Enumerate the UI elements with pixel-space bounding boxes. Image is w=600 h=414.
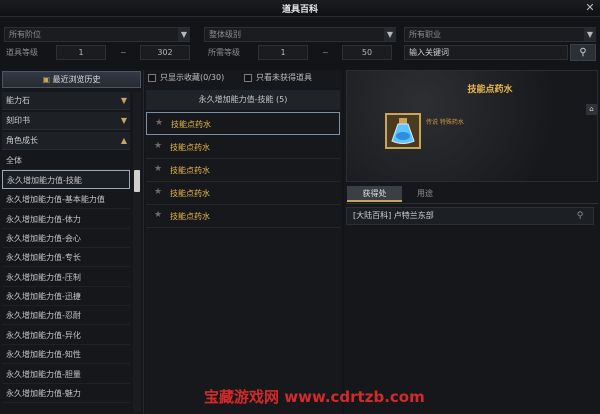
required-level-label: 所需等级	[208, 48, 240, 57]
category-character-growth[interactable]: 角色成长 ▲	[2, 132, 130, 150]
chevron-down-icon[interactable]: ▼	[584, 28, 596, 41]
item-row[interactable]: ★ 技能点药水	[146, 136, 340, 159]
unacquired-checkbox[interactable]	[244, 74, 252, 82]
category-ability-stone[interactable]: 能力石 ▼	[2, 92, 130, 110]
list-item[interactable]: 永久增加能力值-会心	[2, 229, 130, 248]
list-item[interactable]: 永久增加能力值-压制	[2, 268, 130, 287]
item-row[interactable]: ★ 技能点药水	[146, 205, 340, 228]
item-name: 技能点药水	[170, 189, 210, 198]
item-row[interactable]: ★ 技能点药水	[146, 159, 340, 182]
level-select[interactable]: 整体级别	[204, 27, 396, 42]
chevron-down-icon: ▼	[120, 116, 127, 125]
list-item[interactable]: 永久增加能力值-体力	[2, 210, 130, 229]
item-name: 技能点药水	[170, 166, 210, 175]
item-row[interactable]: ★ 技能点药水	[146, 112, 340, 135]
list-item[interactable]: 永久增加能力值-异化	[2, 326, 130, 345]
unacquired-checkbox-label: 只看未获得道具	[256, 73, 312, 82]
scrollbar[interactable]	[133, 92, 141, 412]
chevron-down-icon[interactable]: ▼	[178, 28, 190, 41]
star-icon[interactable]: ★	[155, 118, 163, 128]
star-icon[interactable]: ★	[154, 187, 162, 197]
item-row[interactable]: ★ 技能点药水	[146, 182, 340, 205]
tab-usage[interactable]: 用途	[405, 186, 445, 202]
scrollbar-thumb[interactable]	[134, 170, 140, 192]
list-item[interactable]: 全体	[2, 151, 130, 170]
close-icon[interactable]: ✕	[583, 1, 597, 15]
recent-history-button[interactable]: ▣ 最近浏览历史	[2, 71, 141, 88]
search-button[interactable]: ⚲	[570, 44, 596, 61]
list-item[interactable]: 永久增加能力值-基本能力值	[2, 190, 130, 209]
star-icon[interactable]: ★	[154, 164, 162, 174]
source-row[interactable]: [大陆百科] 卢特兰东部	[346, 207, 594, 225]
list-header: 永久增加能力值-技能 (5)	[146, 90, 340, 110]
detail-subtitle: 传说 特殊药水	[426, 119, 464, 126]
level-select-value: 整体级别	[209, 30, 241, 39]
grade-select[interactable]: 所有阶位	[4, 27, 190, 42]
window-title: 道具百科	[281, 5, 318, 15]
item-name: 技能点药水	[171, 120, 211, 129]
category-label: 能力石	[6, 96, 30, 105]
favorites-checkbox-label: 只显示收藏(0/30)	[160, 73, 225, 82]
list-item[interactable]: 永久增加能力值-迅捷	[2, 287, 130, 306]
category-label: 刻印书	[6, 116, 30, 125]
list-item[interactable]: 永久增加能力值-魅力	[2, 384, 130, 403]
potion-icon	[385, 113, 421, 149]
watermark: 宝藏游戏网 www.cdrtzb.com	[204, 388, 425, 406]
item-level-max[interactable]: 302	[140, 45, 190, 60]
job-select-value: 所有职业	[409, 30, 441, 39]
star-icon[interactable]: ★	[154, 210, 162, 220]
item-level-min[interactable]: 1	[56, 45, 106, 60]
favorites-checkbox[interactable]	[148, 74, 156, 82]
search-icon: ⚲	[579, 47, 587, 58]
required-level-max[interactable]: 50	[342, 45, 392, 60]
item-level-label: 道具等级	[6, 48, 38, 57]
history-icon: ▣	[42, 75, 50, 84]
detail-item-name: 技能点药水	[467, 85, 513, 95]
recent-history-label: 最近浏览历史	[52, 75, 101, 84]
chevron-down-icon[interactable]: ▼	[384, 28, 396, 41]
list-item[interactable]: 永久增加能力值-知性	[2, 345, 130, 364]
required-level-min[interactable]: 1	[258, 45, 308, 60]
item-name: 技能点药水	[170, 212, 210, 221]
chevron-up-icon: ▲	[120, 136, 127, 145]
item-name: 技能点药水	[170, 143, 210, 152]
category-label: 角色成长	[6, 136, 38, 145]
search-icon[interactable]: ⚲	[574, 210, 586, 222]
job-select[interactable]: 所有职业	[404, 27, 596, 42]
list-item-selected[interactable]: 永久增加能力值-技能	[2, 170, 130, 189]
tab-acquisition[interactable]: 获得处	[347, 186, 402, 202]
category-engraving-book[interactable]: 刻印书 ▼	[2, 112, 130, 130]
home-icon[interactable]: ⌂	[586, 104, 597, 115]
search-input[interactable]	[404, 45, 568, 60]
grade-select-value: 所有阶位	[9, 30, 41, 39]
list-item[interactable]: 永久增加能力值-专长	[2, 248, 130, 267]
star-icon[interactable]: ★	[154, 141, 162, 151]
chevron-down-icon: ▼	[120, 96, 127, 105]
range-tilde: ~	[120, 48, 127, 57]
range-tilde: ~	[322, 48, 329, 57]
list-item[interactable]: 永久增加能力值-胆量	[2, 365, 130, 384]
tab-divider	[346, 203, 598, 204]
list-item[interactable]: 永久增加能力值-忍耐	[2, 306, 130, 325]
